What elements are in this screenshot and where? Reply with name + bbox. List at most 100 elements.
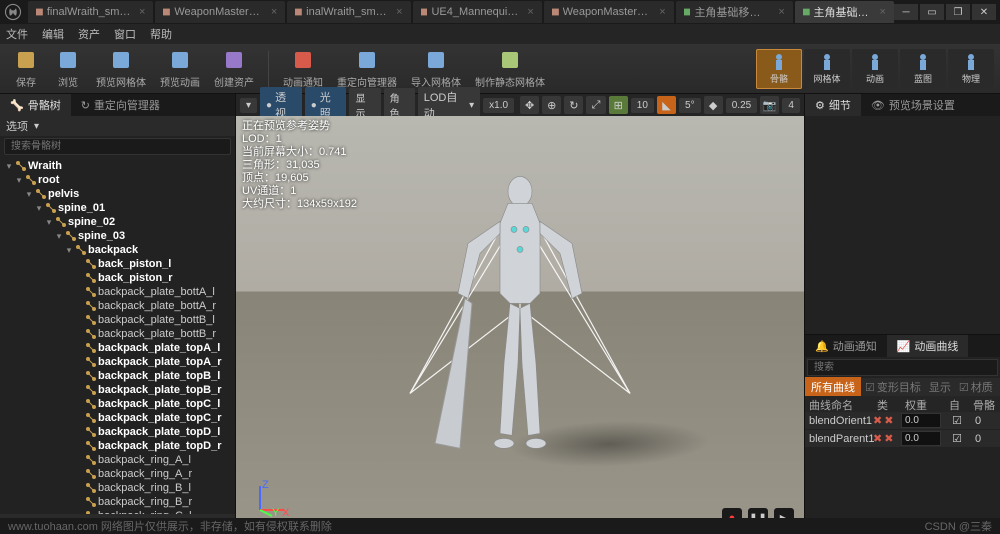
viewport-3d[interactable]: 正在预览参考姿势 LOD：1 当前屏幕大小：0.741 三角形：31,035 顶… (236, 116, 804, 534)
tree-twisty-icon[interactable]: ▾ (34, 203, 44, 214)
scale-snap-button[interactable]: ◆ (704, 96, 723, 114)
bone-node[interactable]: backpack_plate_topB_l (0, 369, 235, 383)
bone-node[interactable]: ▾spine_01 (0, 201, 235, 215)
bone-node[interactable]: backpack_ring_A_r (0, 467, 235, 481)
bone-node[interactable]: backpack_plate_bottB_r (0, 327, 235, 341)
tree-twisty-icon[interactable]: ▾ (44, 217, 54, 228)
tree-twisty-icon[interactable]: ▾ (14, 175, 24, 186)
document-tab[interactable]: WeaponMaster_GreatSwo× (544, 1, 674, 23)
menu-item[interactable]: 文件 (6, 26, 28, 42)
bone-node[interactable]: back_piston_r (0, 271, 235, 285)
document-tab[interactable]: WeaponMaster_GreatSwo× (155, 1, 285, 23)
mode-物理-button[interactable]: 物理 (948, 49, 994, 89)
bone-node[interactable]: backpack_ring_A_l (0, 453, 235, 467)
tab-close-icon[interactable]: × (659, 6, 665, 18)
maximize-button[interactable]: ▭ (920, 4, 944, 20)
select-mode-button[interactable]: ✥ (520, 96, 539, 114)
curve-auto-checkbox[interactable]: ☑ (945, 432, 969, 445)
toolbar-retarget-button[interactable]: 重定向管理器 (331, 46, 403, 91)
bone-node[interactable]: ▾spine_02 (0, 215, 235, 229)
tab-anim-notify[interactable]: 🔔 动画通知 (805, 335, 887, 357)
tab-close-icon[interactable]: × (527, 6, 533, 18)
bone-node[interactable]: backpack_plate_topD_r (0, 439, 235, 453)
document-tab[interactable]: 主角基础移动_AnimBP× (676, 1, 793, 23)
menu-item[interactable]: 帮助 (150, 26, 172, 42)
bone-node[interactable]: ▾Wraith (0, 159, 235, 173)
tree-twisty-icon[interactable]: ▾ (24, 189, 34, 200)
bone-node[interactable]: ▾backpack (0, 243, 235, 257)
close-button[interactable]: ✕ (972, 4, 996, 20)
angle-snap-value[interactable]: 5° (679, 98, 701, 113)
bone-node[interactable]: backpack_plate_bottB_l (0, 313, 235, 327)
curve-weight-input[interactable] (901, 413, 941, 428)
mode-网格体-button[interactable]: 网格体 (804, 49, 850, 89)
tab-close-icon[interactable]: × (271, 6, 277, 18)
toolbar-mesh-button[interactable]: 预览网格体 (90, 46, 152, 91)
tree-twisty-icon[interactable]: ▾ (54, 231, 64, 242)
tab-bone-tree[interactable]: 🦴骨骼树 (0, 94, 71, 116)
bone-node[interactable]: ▾spine_03 (0, 229, 235, 243)
toolbar-create-button[interactable]: 创建资产 (208, 46, 260, 91)
rotate-mode-button[interactable]: ↻ (564, 96, 583, 114)
filter-all-curves[interactable]: 所有曲线 (805, 377, 861, 397)
tab-anim-curve[interactable]: 📈 动画曲线 (887, 335, 969, 357)
tree-twisty-icon[interactable]: ▾ (4, 161, 14, 172)
menu-item[interactable]: 编辑 (42, 26, 64, 42)
curve-auto-checkbox[interactable]: ☑ (945, 414, 969, 427)
curve-type-icon[interactable]: ✖ (884, 432, 893, 445)
bone-node[interactable]: backpack_plate_topA_l (0, 341, 235, 355)
angle-snap-button[interactable]: ◣ (657, 96, 676, 114)
tab-retarget-manager[interactable]: ↻重定向管理器 (71, 94, 170, 116)
document-tab[interactable]: finalWraith_smooth_noGi× (28, 1, 153, 23)
menu-item[interactable]: 窗口 (114, 26, 136, 42)
restore-button[interactable]: ❐ (946, 4, 970, 20)
toolbar-static-button[interactable]: 制作静态网格体 (469, 46, 551, 91)
curve-type-icon[interactable]: ✖ (873, 432, 882, 445)
toolbar-anim-button[interactable]: 预览动画 (154, 46, 206, 91)
bone-node[interactable]: backpack_ring_B_l (0, 481, 235, 495)
toolbar-save-button[interactable]: 保存 (6, 46, 46, 91)
curve-row[interactable]: blendOrient1✖✖☑0 (805, 412, 1000, 430)
curve-type-icon[interactable]: ✖ (884, 414, 893, 427)
document-tab[interactable]: UE4_Mannequin_Skeletor× (413, 1, 542, 23)
camera-speed-value[interactable]: 4 (782, 98, 800, 113)
bone-node[interactable]: backpack_plate_topA_r (0, 355, 235, 369)
tab-close-icon[interactable]: × (880, 6, 886, 18)
bone-node[interactable]: backpack_plate_topB_r (0, 383, 235, 397)
mode-蓝图-button[interactable]: 蓝图 (900, 49, 946, 89)
mode-骨骼-button[interactable]: 骨骼 (756, 49, 802, 89)
minimize-button[interactable]: ─ (894, 4, 918, 20)
menu-item[interactable]: 资产 (78, 26, 100, 42)
toolbar-notify-button[interactable]: 动画通知 (277, 46, 329, 91)
tab-close-icon[interactable]: × (139, 6, 145, 18)
tree-options[interactable]: 选项 ▾ (0, 116, 235, 136)
translate-mode-button[interactable]: ⊕ (542, 96, 561, 114)
scale-mode-button[interactable]: ⤢ (586, 96, 605, 114)
filter-morph[interactable]: ☑ 变形目标 (861, 379, 925, 395)
curve-type-icon[interactable]: ✖ (873, 414, 882, 427)
tab-preview-settings[interactable]: 👁 预览场景设置 (861, 94, 965, 116)
bone-node[interactable]: back_piston_l (0, 257, 235, 271)
bone-node[interactable]: backpack_plate_topC_r (0, 411, 235, 425)
curve-row[interactable]: blendParent1✖✖☑0 (805, 430, 1000, 448)
toolbar-browse-button[interactable]: 浏览 (48, 46, 88, 91)
toolbar-import-button[interactable]: 导入网格体 (405, 46, 467, 91)
speed-button[interactable]: x1.0 (483, 98, 514, 113)
bone-search-input[interactable] (4, 138, 231, 155)
curve-search-input[interactable] (807, 359, 998, 376)
bone-node[interactable]: ▾pelvis (0, 187, 235, 201)
bone-node[interactable]: backpack_plate_bottA_r (0, 299, 235, 313)
document-tab[interactable]: inalWraith_smooth_noGi× (287, 1, 410, 23)
mode-动画-button[interactable]: 动画 (852, 49, 898, 89)
tab-details[interactable]: ⚙ 细节 (805, 94, 861, 116)
curve-weight-input[interactable] (901, 431, 941, 446)
grid-snap-button[interactable]: ⊞ (609, 96, 628, 114)
camera-speed-button[interactable]: 📷 (760, 96, 779, 114)
viewport-menu-button[interactable]: ▾ (240, 98, 257, 113)
tab-close-icon[interactable]: × (778, 6, 784, 18)
tab-close-icon[interactable]: × (396, 6, 402, 18)
bone-node[interactable]: backpack_plate_topC_l (0, 397, 235, 411)
document-tab[interactable]: 主角基础移动_BP× (795, 1, 894, 23)
filter-material[interactable]: ☑ 材质 (955, 379, 997, 395)
grid-size[interactable]: 10 (631, 98, 654, 113)
